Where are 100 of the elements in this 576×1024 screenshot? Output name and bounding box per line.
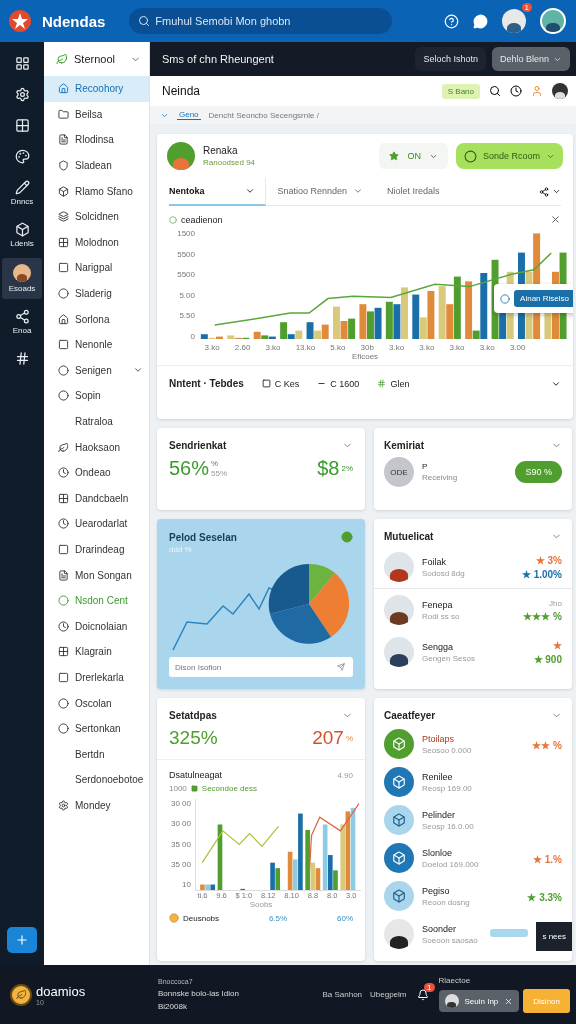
tab[interactable]: Niolet Iredals: [375, 177, 452, 206]
sidebar-item[interactable]: Sladean: [44, 152, 149, 179]
rail-item[interactable]: Dnncs: [2, 174, 42, 212]
summary-item: C Kes: [274, 378, 300, 389]
hash-icon: [14, 351, 30, 366]
grid-icon: [14, 56, 30, 71]
summary-item: C 1600: [330, 378, 360, 389]
sidebar-item[interactable]: Ratraloa: [44, 408, 149, 435]
toolbar-button[interactable]: Seloch Ishotn: [415, 47, 486, 71]
search-icon[interactable]: [489, 85, 501, 97]
item-name: Ptoilaps: [422, 733, 455, 744]
rail-item[interactable]: Ldenls: [2, 216, 42, 254]
send-icon[interactable]: [337, 663, 345, 671]
axis-label: 3.ko: [265, 343, 281, 352]
stat-value: 56%: [169, 457, 210, 480]
sidebar-item[interactable]: Nenonle: [44, 331, 149, 358]
rail-item[interactable]: Enoa: [2, 303, 42, 341]
add-button[interactable]: [7, 927, 37, 953]
axis-label: 3.ko: [449, 343, 465, 352]
chevron-icon[interactable]: [552, 187, 561, 196]
sidebar-item[interactable]: Rlamo Sfano: [44, 178, 149, 204]
user-avatar[interactable]: [552, 83, 568, 99]
toolbar-button[interactable]: Dehlo Blenn: [491, 47, 570, 71]
circle-icon: [463, 149, 477, 163]
sidebar-item[interactable]: Bertdn: [44, 741, 149, 768]
item-name: Soonder: [422, 923, 457, 934]
sidebar-item[interactable]: Rlodinsa: [44, 127, 149, 153]
sidebar-item[interactable]: Recoohory: [44, 76, 149, 102]
square-icon: [261, 379, 271, 388]
settings-icon: [14, 87, 30, 102]
sidebar-item[interactable]: Sorlona: [44, 306, 149, 332]
star-logo-icon: [8, 9, 32, 33]
footer-link[interactable]: Ba Sanhon: [322, 990, 363, 999]
profile-name: Renaka: [203, 145, 238, 156]
close-icon[interactable]: [504, 996, 514, 1006]
sidebar-item[interactable]: Beilsa: [44, 101, 149, 128]
footer-link[interactable]: Ubegpelm: [370, 990, 407, 999]
help-icon: [444, 13, 459, 29]
search-field[interactable]: Fmuhul Semobi Mon ghobn: [129, 8, 392, 34]
filter-dropdown[interactable]: ON: [379, 143, 448, 169]
item-name: Slonloe: [422, 847, 453, 858]
action-button[interactable]: Sonde Rcoom: [455, 143, 563, 169]
stat-note: %: [211, 459, 219, 468]
action-button[interactable]: s nees: [536, 922, 572, 951]
person-name: Fenepa: [422, 599, 453, 610]
axis-title: Eficoes: [351, 352, 379, 361]
close-icon[interactable]: [550, 214, 561, 225]
tab[interactable]: Snatioo Rennden: [265, 177, 376, 206]
value-pill: S90 %: [515, 461, 562, 483]
tab[interactable]: Nentoka: [169, 177, 266, 206]
user-chip[interactable]: Seuin Inp: [438, 990, 520, 1012]
rail-item[interactable]: Esoads: [2, 258, 42, 299]
sidebar-item[interactable]: Solcidnen: [44, 203, 149, 230]
sidebar-item[interactable]: Senigen: [44, 357, 149, 384]
sidebar-item[interactable]: Mondey: [44, 792, 149, 819]
sidebar-item[interactable]: Serdonoebotoe: [44, 767, 149, 793]
profile-avatar: [540, 8, 566, 34]
axis-label: 5500: [177, 270, 195, 280]
axis-label: 3.ko: [204, 343, 220, 352]
axis-label: 10: [182, 880, 191, 889]
item-detail: Seosoo 0.000: [422, 745, 472, 755]
sidebar-item[interactable]: Nsdon Cent: [44, 587, 149, 614]
sidebar-item[interactable]: Sladerig: [44, 280, 149, 307]
status-badge: S Bano: [441, 83, 480, 99]
profile-avatar: [167, 142, 195, 170]
sidebar-item[interactable]: Drerlekarla: [44, 664, 149, 691]
stat-note: 2%: [341, 464, 353, 473]
layout-icon: [14, 118, 30, 133]
sidebar-item[interactable]: Molodnon: [44, 229, 149, 256]
sidebar-item[interactable]: Mon Songan: [44, 562, 149, 588]
text-field[interactable]: Dison Isofion: [169, 657, 353, 677]
share-icon[interactable]: [539, 186, 549, 197]
clock-icon[interactable]: [510, 85, 522, 97]
sidebar-item[interactable]: Ondeao: [44, 459, 149, 486]
card-subtitle: ddd %: [169, 545, 192, 554]
chat-icon: [473, 13, 488, 29]
axis-label: 3.ko: [389, 343, 405, 352]
rating-value: ★: [553, 639, 562, 651]
sidebar-item[interactable]: Narigpal: [44, 255, 149, 281]
circle-icon: [500, 293, 511, 304]
sidebar-item[interactable]: Sopin: [44, 383, 149, 409]
sidebar-item[interactable]: Doicnolaian: [44, 613, 149, 640]
sidebar-item[interactable]: Drarindeag: [44, 536, 149, 563]
sidebar-item[interactable]: Dandcbaeln: [44, 485, 149, 512]
chart-line: [308, 802, 360, 873]
axis-label: 5.00: [179, 290, 195, 300]
sidebar-item[interactable]: Oscolan: [44, 690, 149, 716]
brand-name: Ndendas: [42, 12, 106, 30]
person-detail: Rodi ss so: [422, 611, 460, 621]
sidebar-item[interactable]: Uearodarlat: [44, 511, 149, 537]
avatar-initials: ODE: [390, 467, 408, 477]
contact-status: Receiving: [422, 473, 458, 482]
sidebar-item[interactable]: Klagrain: [44, 639, 149, 665]
sidebar-item[interactable]: Sertonkan: [44, 715, 149, 742]
contact-name: P: [422, 462, 428, 471]
rating-value: ★ 900: [533, 653, 562, 665]
breadcrumb-tab[interactable]: Geno: [177, 110, 201, 120]
axis-label: 1500: [177, 229, 195, 238]
sidebar-item[interactable]: Haoksaon: [44, 434, 149, 460]
user-button[interactable]: 1: [500, 7, 528, 35]
